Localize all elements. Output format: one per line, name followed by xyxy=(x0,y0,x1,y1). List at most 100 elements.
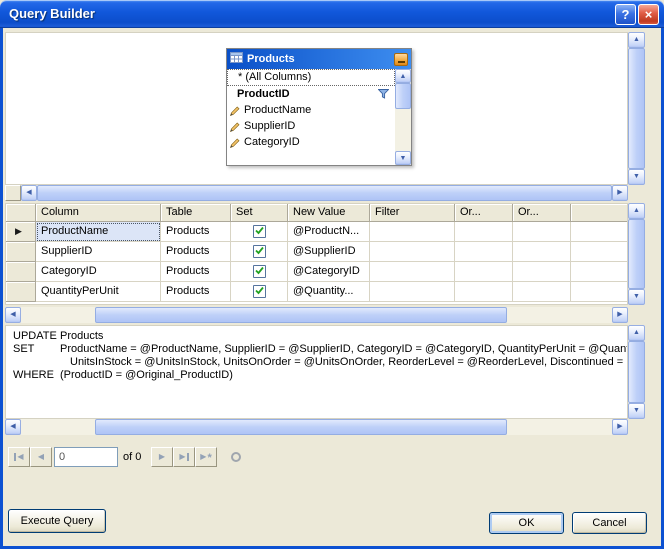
cell-column[interactable]: CategoryID xyxy=(36,262,161,282)
close-button[interactable]: × xyxy=(638,4,659,25)
column-item-all-columns[interactable]: * (All Columns) xyxy=(227,69,395,86)
cell-or-2[interactable] xyxy=(513,282,571,302)
help-button[interactable]: ? xyxy=(615,4,636,25)
cancel-button[interactable]: Cancel xyxy=(572,512,647,534)
scroll-left-button[interactable]: ◀ xyxy=(5,419,21,435)
scroll-left-button[interactable]: ◀ xyxy=(5,307,21,323)
pane-splitter-box[interactable] xyxy=(5,185,21,201)
scroll-down-button[interactable]: ▼ xyxy=(628,169,645,185)
column-item-productid[interactable]: ProductID xyxy=(227,86,411,102)
checkbox-checked-icon[interactable] xyxy=(253,265,266,278)
products-table-card[interactable]: Products * (All Columns) ProductID xyxy=(226,48,412,166)
scroll-right-button[interactable]: ▶ xyxy=(612,419,628,435)
grid-header-table[interactable]: Table xyxy=(161,204,231,222)
cell-column[interactable]: SupplierID xyxy=(36,242,161,262)
cell-set[interactable] xyxy=(231,222,288,242)
cell-or-2[interactable] xyxy=(513,242,571,262)
titlebar[interactable]: Query Builder ? × xyxy=(0,0,664,28)
checkbox-checked-icon[interactable] xyxy=(253,225,266,238)
column-item-supplierid[interactable]: SupplierID xyxy=(227,118,411,134)
cell-or-1[interactable] xyxy=(455,222,513,242)
add-new-record-button[interactable]: ▶* xyxy=(195,447,217,467)
cell-new-value[interactable]: @Quantity... xyxy=(288,282,370,302)
scroll-up-button[interactable]: ▲ xyxy=(628,325,645,341)
column-item-productname[interactable]: ProductName xyxy=(227,102,411,118)
cell-or-2[interactable] xyxy=(513,222,571,242)
move-first-button[interactable]: ◀ xyxy=(8,447,30,467)
scroll-down-button[interactable]: ▼ xyxy=(628,289,645,305)
diagram-horizontal-scrollbar[interactable]: ◀ ▶ xyxy=(5,185,628,201)
grid-row-productname: ▶ ProductName Products @ProductN... xyxy=(6,222,627,242)
row-selector[interactable]: ▶ xyxy=(6,222,36,242)
sql-horizontal-scrollbar[interactable]: ◀ ▶ xyxy=(5,419,628,435)
scroll-thumb[interactable] xyxy=(628,219,645,289)
grid-header-set[interactable]: Set xyxy=(231,204,288,222)
grid-horizontal-scrollbar[interactable]: ◀ ▶ xyxy=(5,307,628,323)
move-last-button[interactable]: ▶ xyxy=(173,447,195,467)
cell-table[interactable]: Products xyxy=(161,242,231,262)
scroll-up-button[interactable]: ▲ xyxy=(628,203,645,219)
row-selector[interactable] xyxy=(6,242,36,262)
cell-filter[interactable] xyxy=(370,222,455,242)
grid-header-new-value[interactable]: New Value xyxy=(288,204,370,222)
cell-filter[interactable] xyxy=(370,262,455,282)
diagram-pane[interactable]: Products * (All Columns) ProductID xyxy=(5,32,628,185)
cell-or-1[interactable] xyxy=(455,282,513,302)
cell-or-1[interactable] xyxy=(455,262,513,282)
scroll-right-button[interactable]: ▶ xyxy=(612,185,628,201)
grid-vertical-scrollbar[interactable]: ▲ ▼ xyxy=(628,203,645,305)
record-position-input[interactable] xyxy=(54,447,118,467)
checkbox-checked-icon[interactable] xyxy=(253,285,266,298)
cell-table[interactable]: Products xyxy=(161,222,231,242)
scroll-left-button[interactable]: ◀ xyxy=(21,185,37,201)
sql-vertical-scrollbar[interactable]: ▲ ▼ xyxy=(628,325,645,419)
cell-filter[interactable] xyxy=(370,242,455,262)
left-arrow-icon: ◀ xyxy=(6,308,20,322)
cell-column[interactable]: QuantityPerUnit xyxy=(36,282,161,302)
cell-new-value[interactable]: @ProductN... xyxy=(288,222,370,242)
scroll-thumb[interactable] xyxy=(395,83,411,109)
scroll-right-button[interactable]: ▶ xyxy=(612,307,628,323)
cancel-query-button[interactable] xyxy=(225,447,247,467)
down-arrow-icon: ▼ xyxy=(629,404,644,418)
products-card-header[interactable]: Products xyxy=(227,49,411,69)
execute-query-button[interactable]: Execute Query xyxy=(8,509,106,533)
scroll-thumb[interactable] xyxy=(628,341,645,403)
ok-button[interactable]: OK xyxy=(489,512,564,534)
grid-header-column[interactable]: Column xyxy=(36,204,161,222)
cell-text: SupplierID xyxy=(41,245,92,257)
grid-header-or-2[interactable]: Or... xyxy=(513,204,571,222)
scroll-down-button[interactable]: ▼ xyxy=(628,403,645,419)
cell-set[interactable] xyxy=(231,262,288,282)
row-selector[interactable] xyxy=(6,262,36,282)
grid-header-or-1[interactable]: Or... xyxy=(455,204,513,222)
scroll-thumb[interactable] xyxy=(628,48,645,169)
scroll-thumb[interactable] xyxy=(37,185,612,201)
card-vertical-scrollbar[interactable]: ▲ ▼ xyxy=(395,69,411,165)
column-item-categoryid[interactable]: CategoryID xyxy=(227,134,411,150)
move-previous-button[interactable]: ◀ xyxy=(30,447,52,467)
cell-or-1[interactable] xyxy=(455,242,513,262)
diagram-vertical-scrollbar[interactable]: ▲ ▼ xyxy=(628,32,645,185)
cell-set[interactable] xyxy=(231,282,288,302)
grid-corner-cell[interactable] xyxy=(6,204,36,222)
scroll-down-button[interactable]: ▼ xyxy=(395,151,411,165)
grid-header-filter[interactable]: Filter xyxy=(370,204,455,222)
cell-table[interactable]: Products xyxy=(161,282,231,302)
cell-column[interactable]: ProductName xyxy=(36,222,161,242)
cell-filter[interactable] xyxy=(370,282,455,302)
scroll-up-button[interactable]: ▲ xyxy=(628,32,645,48)
scroll-up-button[interactable]: ▲ xyxy=(395,69,411,83)
cell-set[interactable] xyxy=(231,242,288,262)
cell-new-value[interactable]: @SupplierID xyxy=(288,242,370,262)
sql-pane[interactable]: UPDATEProducts SETProductName = @Product… xyxy=(5,325,628,419)
row-selector[interactable] xyxy=(6,282,36,302)
cell-new-value[interactable]: @CategoryID xyxy=(288,262,370,282)
cell-table[interactable]: Products xyxy=(161,262,231,282)
move-next-button[interactable]: ▶ xyxy=(151,447,173,467)
checkbox-checked-icon[interactable] xyxy=(253,245,266,258)
cell-or-2[interactable] xyxy=(513,262,571,282)
scroll-thumb[interactable] xyxy=(95,307,507,323)
collapse-card-button[interactable] xyxy=(394,53,408,66)
scroll-thumb[interactable] xyxy=(95,419,507,435)
